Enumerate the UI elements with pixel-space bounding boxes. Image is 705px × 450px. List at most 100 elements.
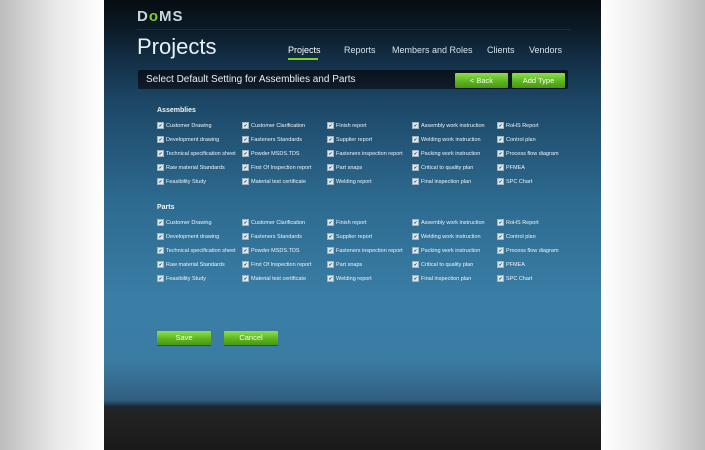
checkbox-item[interactable]: ✔ Customer Drawing <box>157 121 212 130</box>
checkbox-checked-icon[interactable]: ✔ <box>497 219 504 226</box>
checkbox-checked-icon[interactable]: ✔ <box>242 150 249 157</box>
checkbox-item[interactable]: ✔ Control plan <box>497 135 536 144</box>
checkbox-item[interactable]: ✔ Welding report <box>327 177 372 186</box>
save-button[interactable]: Save <box>157 331 211 345</box>
checkbox-item[interactable]: ✔ Welding work instruction <box>412 232 481 241</box>
checkbox-checked-icon[interactable]: ✔ <box>327 178 334 185</box>
checkbox-checked-icon[interactable]: ✔ <box>412 178 419 185</box>
checkbox-checked-icon[interactable]: ✔ <box>497 233 504 240</box>
checkbox-item[interactable]: ✔ Feasibility Study <box>157 177 206 186</box>
checkbox-checked-icon[interactable]: ✔ <box>157 122 164 129</box>
checkbox-item[interactable]: ✔ First Of Inspection report <box>242 260 312 269</box>
checkbox-checked-icon[interactable]: ✔ <box>157 233 164 240</box>
checkbox-checked-icon[interactable]: ✔ <box>497 136 504 143</box>
checkbox-item[interactable]: ✔ Technical specification sheet <box>157 149 236 158</box>
checkbox-item[interactable]: ✔ Raw material Standards <box>157 260 225 269</box>
checkbox-item[interactable]: ✔ Development drawing <box>157 135 219 144</box>
checkbox-checked-icon[interactable]: ✔ <box>157 219 164 226</box>
checkbox-checked-icon[interactable]: ✔ <box>242 136 249 143</box>
checkbox-checked-icon[interactable]: ✔ <box>327 164 334 171</box>
checkbox-item[interactable]: ✔ SPC Chart <box>497 274 532 283</box>
checkbox-checked-icon[interactable]: ✔ <box>327 136 334 143</box>
checkbox-checked-icon[interactable]: ✔ <box>242 219 249 226</box>
checkbox-item[interactable]: ✔ Supplier report <box>327 232 372 241</box>
checkbox-item[interactable]: ✔ Welding report <box>327 274 372 283</box>
checkbox-item[interactable]: ✔ Material test certificate <box>242 177 306 186</box>
checkbox-checked-icon[interactable]: ✔ <box>157 261 164 268</box>
cancel-button[interactable]: Cancel <box>224 331 278 345</box>
checkbox-item[interactable]: ✔ Customer Drawing <box>157 218 212 227</box>
checkbox-checked-icon[interactable]: ✔ <box>497 122 504 129</box>
checkbox-item[interactable]: ✔ Finish report <box>327 121 367 130</box>
checkbox-item[interactable]: ✔ Fasteners inspection report <box>327 149 403 158</box>
checkbox-item[interactable]: ✔ Control plan <box>497 232 536 241</box>
checkbox-item[interactable]: ✔ Critical to quality plan <box>412 260 473 269</box>
checkbox-item[interactable]: ✔ Fasteners inspection report <box>327 246 403 255</box>
checkbox-item[interactable]: ✔ Process flow diagram <box>497 246 559 255</box>
checkbox-checked-icon[interactable]: ✔ <box>242 275 249 282</box>
checkbox-checked-icon[interactable]: ✔ <box>412 122 419 129</box>
checkbox-checked-icon[interactable]: ✔ <box>327 233 334 240</box>
checkbox-checked-icon[interactable]: ✔ <box>497 178 504 185</box>
checkbox-item[interactable]: ✔ Fasteners Standards <box>242 232 302 241</box>
checkbox-item[interactable]: ✔ Supplier report <box>327 135 372 144</box>
checkbox-item[interactable]: ✔ Powder MSDS.TDS <box>242 149 300 158</box>
checkbox-item[interactable]: ✔ Development drawing <box>157 232 219 241</box>
checkbox-checked-icon[interactable]: ✔ <box>412 233 419 240</box>
checkbox-item[interactable]: ✔ Technical specification sheet <box>157 246 236 255</box>
nav-reports[interactable]: Reports <box>344 45 376 55</box>
checkbox-checked-icon[interactable]: ✔ <box>412 150 419 157</box>
nav-projects[interactable]: Projects <box>288 45 321 55</box>
checkbox-checked-icon[interactable]: ✔ <box>157 247 164 254</box>
checkbox-checked-icon[interactable]: ✔ <box>412 219 419 226</box>
checkbox-item[interactable]: ✔ Assembly work instruction <box>412 218 485 227</box>
checkbox-checked-icon[interactable]: ✔ <box>327 150 334 157</box>
checkbox-checked-icon[interactable]: ✔ <box>412 136 419 143</box>
checkbox-checked-icon[interactable]: ✔ <box>157 136 164 143</box>
checkbox-checked-icon[interactable]: ✔ <box>412 247 419 254</box>
checkbox-checked-icon[interactable]: ✔ <box>497 261 504 268</box>
checkbox-item[interactable]: ✔ Fasteners Standards <box>242 135 302 144</box>
checkbox-item[interactable]: ✔ Customer Clarification <box>242 218 305 227</box>
checkbox-checked-icon[interactable]: ✔ <box>242 122 249 129</box>
checkbox-checked-icon[interactable]: ✔ <box>412 261 419 268</box>
checkbox-checked-icon[interactable]: ✔ <box>157 275 164 282</box>
nav-clients[interactable]: Clients <box>487 45 515 55</box>
checkbox-item[interactable]: ✔ Raw material Standards <box>157 163 225 172</box>
checkbox-checked-icon[interactable]: ✔ <box>242 178 249 185</box>
checkbox-item[interactable]: ✔ SPC Chart <box>497 177 532 186</box>
checkbox-item[interactable]: ✔ Process flow diagram <box>497 149 559 158</box>
checkbox-item[interactable]: ✔ Finish report <box>327 218 367 227</box>
checkbox-checked-icon[interactable]: ✔ <box>327 247 334 254</box>
add-type-button[interactable]: Add Type <box>512 73 565 88</box>
checkbox-checked-icon[interactable]: ✔ <box>497 275 504 282</box>
checkbox-checked-icon[interactable]: ✔ <box>497 164 504 171</box>
checkbox-checked-icon[interactable]: ✔ <box>412 164 419 171</box>
checkbox-item[interactable]: ✔ PFMEA <box>497 260 525 269</box>
checkbox-checked-icon[interactable]: ✔ <box>412 275 419 282</box>
checkbox-item[interactable]: ✔ Feasibility Study <box>157 274 206 283</box>
checkbox-item[interactable]: ✔ Packing work instruction <box>412 246 480 255</box>
checkbox-checked-icon[interactable]: ✔ <box>242 261 249 268</box>
nav-vendors[interactable]: Vendors <box>529 45 562 55</box>
checkbox-checked-icon[interactable]: ✔ <box>327 122 334 129</box>
checkbox-item[interactable]: ✔ Assembly work instruction <box>412 121 485 130</box>
checkbox-item[interactable]: ✔ RoHS Report <box>497 121 539 130</box>
checkbox-item[interactable]: ✔ Customer Clarification <box>242 121 305 130</box>
checkbox-item[interactable]: ✔ Part snaps <box>327 260 362 269</box>
back-button[interactable]: < Back <box>455 73 508 88</box>
checkbox-item[interactable]: ✔ Material test certificate <box>242 274 306 283</box>
checkbox-checked-icon[interactable]: ✔ <box>242 247 249 254</box>
checkbox-item[interactable]: ✔ Packing work instruction <box>412 149 480 158</box>
checkbox-item[interactable]: ✔ First Of Inspection report <box>242 163 312 172</box>
checkbox-item[interactable]: ✔ Critical to quality plan <box>412 163 473 172</box>
checkbox-checked-icon[interactable]: ✔ <box>242 164 249 171</box>
checkbox-checked-icon[interactable]: ✔ <box>497 150 504 157</box>
checkbox-checked-icon[interactable]: ✔ <box>242 233 249 240</box>
checkbox-checked-icon[interactable]: ✔ <box>327 275 334 282</box>
checkbox-item[interactable]: ✔ RoHS Report <box>497 218 539 227</box>
checkbox-item[interactable]: ✔ Part snaps <box>327 163 362 172</box>
checkbox-item[interactable]: ✔ Powder MSDS.TDS <box>242 246 300 255</box>
checkbox-checked-icon[interactable]: ✔ <box>157 164 164 171</box>
checkbox-checked-icon[interactable]: ✔ <box>157 150 164 157</box>
